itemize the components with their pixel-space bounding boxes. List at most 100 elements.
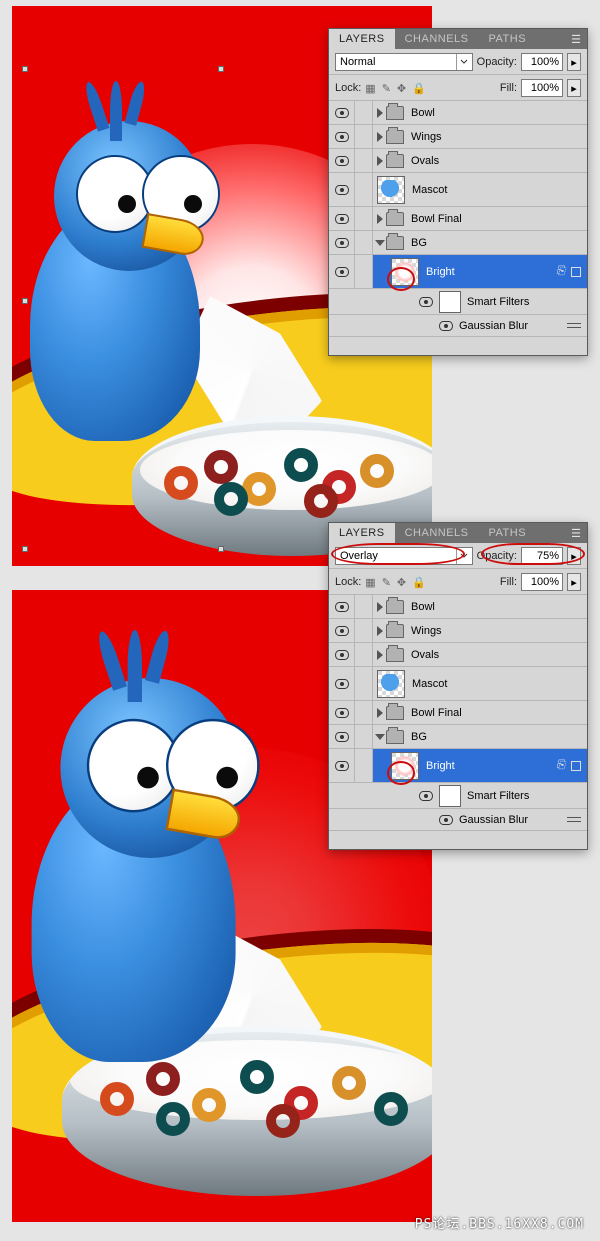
layer-row-bowl-final[interactable]: Bowl Final xyxy=(329,701,587,725)
eye-icon[interactable] xyxy=(419,791,433,801)
fill-field[interactable]: 100% xyxy=(521,573,563,591)
layer-row-bg[interactable]: BG xyxy=(329,725,587,749)
visibility-toggle[interactable] xyxy=(329,725,355,748)
visibility-toggle[interactable] xyxy=(329,149,355,172)
lock-transparent-icon[interactable]: ▦ xyxy=(365,82,375,95)
lock-label: Lock: xyxy=(335,82,361,94)
layer-row-mascot[interactable]: Mascot xyxy=(329,173,587,207)
eye-icon xyxy=(335,108,349,118)
smart-filters-row[interactable]: Smart Filters xyxy=(329,783,587,809)
opacity-value: 75% xyxy=(537,550,559,562)
filter-gaussian-row[interactable]: Gaussian Blur xyxy=(329,809,587,831)
transform-handle[interactable] xyxy=(22,66,28,72)
layer-row-ovals[interactable]: Ovals xyxy=(329,643,587,667)
fill-field[interactable]: 100% xyxy=(521,79,563,97)
lock-all-icon[interactable]: 🔒 xyxy=(412,82,426,95)
lock-pixels-icon[interactable]: ✎ xyxy=(382,82,391,95)
visibility-toggle[interactable] xyxy=(329,125,355,148)
panel-menu-icon[interactable]: ☰ xyxy=(565,524,587,543)
blend-mode-value: Normal xyxy=(340,56,375,68)
blend-mode-select[interactable]: Overlay xyxy=(335,547,473,565)
panel-menu-icon[interactable]: ☰ xyxy=(565,30,587,49)
visibility-toggle[interactable] xyxy=(329,101,355,124)
eye-icon[interactable] xyxy=(439,321,453,331)
visibility-toggle[interactable] xyxy=(329,619,355,642)
visibility-toggle[interactable] xyxy=(329,595,355,618)
fill-stepper[interactable]: ▸ xyxy=(567,79,581,97)
visibility-toggle[interactable] xyxy=(329,749,355,782)
visibility-toggle[interactable] xyxy=(329,207,355,230)
fill-value: 100% xyxy=(531,576,559,588)
tab-channels[interactable]: CHANNELS xyxy=(395,523,479,543)
lock-all-icon[interactable]: 🔒 xyxy=(412,576,426,589)
lock-position-icon[interactable]: ✥ xyxy=(397,82,406,95)
layer-row-bowl[interactable]: Bowl xyxy=(329,101,587,125)
layer-list: Bowl Wings Ovals Mascot Bowl Final BG xyxy=(329,595,587,849)
visibility-toggle[interactable] xyxy=(329,173,355,206)
opacity-stepper[interactable]: ▸ xyxy=(567,547,581,565)
tab-paths[interactable]: PATHS xyxy=(479,523,537,543)
tab-paths[interactable]: PATHS xyxy=(479,29,537,49)
blend-row: Normal Opacity: 100% ▸ xyxy=(329,49,587,75)
layer-row-bg[interactable]: BG xyxy=(329,231,587,255)
tab-channels[interactable]: CHANNELS xyxy=(395,29,479,49)
filter-popup-icon[interactable] xyxy=(571,267,581,277)
fill-value: 100% xyxy=(531,82,559,94)
chevron-down-icon xyxy=(456,54,472,70)
layers-panel: LAYERS CHANNELS PATHS ☰ Normal Opacity: … xyxy=(328,28,588,356)
transform-handle[interactable] xyxy=(22,546,28,552)
layer-row-bowl[interactable]: Bowl xyxy=(329,595,587,619)
eye-icon[interactable] xyxy=(439,815,453,825)
layers-panel: LAYERS CHANNELS PATHS ☰ Overlay Opacity:… xyxy=(328,522,588,850)
tab-layers[interactable]: LAYERS xyxy=(329,523,395,543)
panel-tabs: LAYERS CHANNELS PATHS ☰ xyxy=(329,523,587,543)
smart-object-badge: ⎘ xyxy=(556,759,565,772)
layer-row-bright[interactable]: Bright ⎘ xyxy=(329,255,587,289)
layer-row-bowl-final[interactable]: Bowl Final xyxy=(329,207,587,231)
opacity-stepper[interactable]: ▸ xyxy=(567,53,581,71)
fill-label: Fill: xyxy=(500,576,517,588)
lock-transparent-icon[interactable]: ▦ xyxy=(365,576,375,589)
fill-stepper[interactable]: ▸ xyxy=(567,573,581,591)
lock-row: Lock: ▦ ✎ ✥ 🔒 Fill: 100% ▸ xyxy=(329,75,587,101)
visibility-toggle[interactable] xyxy=(329,701,355,724)
lock-label: Lock: xyxy=(335,576,361,588)
eye-icon[interactable] xyxy=(419,297,433,307)
visibility-toggle[interactable] xyxy=(329,643,355,666)
layer-row-mascot[interactable]: Mascot xyxy=(329,667,587,701)
opacity-field[interactable]: 75% xyxy=(521,547,563,565)
layer-list: Bowl Wings Ovals Mascot Bowl Final BG xyxy=(329,101,587,355)
filter-options-icon[interactable] xyxy=(567,815,581,825)
lock-position-icon[interactable]: ✥ xyxy=(397,576,406,589)
smart-filters-row[interactable]: Smart Filters xyxy=(329,289,587,315)
tab-layers[interactable]: LAYERS xyxy=(329,29,395,49)
opacity-value: 100% xyxy=(531,56,559,68)
transform-handle[interactable] xyxy=(218,66,224,72)
layer-row-ovals[interactable]: Ovals xyxy=(329,149,587,173)
layer-row-bright[interactable]: Bright ⎘ xyxy=(329,749,587,783)
panel-tabs: LAYERS CHANNELS PATHS ☰ xyxy=(329,29,587,49)
blend-mode-value: Overlay xyxy=(340,550,378,562)
layer-thumb xyxy=(391,258,419,286)
opacity-label: Opacity: xyxy=(477,550,517,562)
smart-object-badge: ⎘ xyxy=(556,265,565,278)
filter-mask-thumb xyxy=(439,785,461,807)
opacity-label: Opacity: xyxy=(477,56,517,68)
opacity-field[interactable]: 100% xyxy=(521,53,563,71)
transform-handle[interactable] xyxy=(22,298,28,304)
layer-row-wings[interactable]: Wings xyxy=(329,125,587,149)
watermark: PS论坛.BBS.16XX8.COM xyxy=(415,1218,584,1231)
visibility-toggle[interactable] xyxy=(329,667,355,700)
blend-mode-select[interactable]: Normal xyxy=(335,53,473,71)
transform-handle[interactable] xyxy=(218,546,224,552)
filter-gaussian-row[interactable]: Gaussian Blur xyxy=(329,315,587,337)
visibility-toggle[interactable] xyxy=(329,255,355,288)
bird-mascot xyxy=(22,101,272,441)
layer-row-wings[interactable]: Wings xyxy=(329,619,587,643)
bird-mascot xyxy=(22,654,322,1062)
layer-thumb xyxy=(377,176,405,204)
lock-pixels-icon[interactable]: ✎ xyxy=(382,576,391,589)
visibility-toggle[interactable] xyxy=(329,231,355,254)
filter-options-icon[interactable] xyxy=(567,321,581,331)
filter-popup-icon[interactable] xyxy=(571,761,581,771)
